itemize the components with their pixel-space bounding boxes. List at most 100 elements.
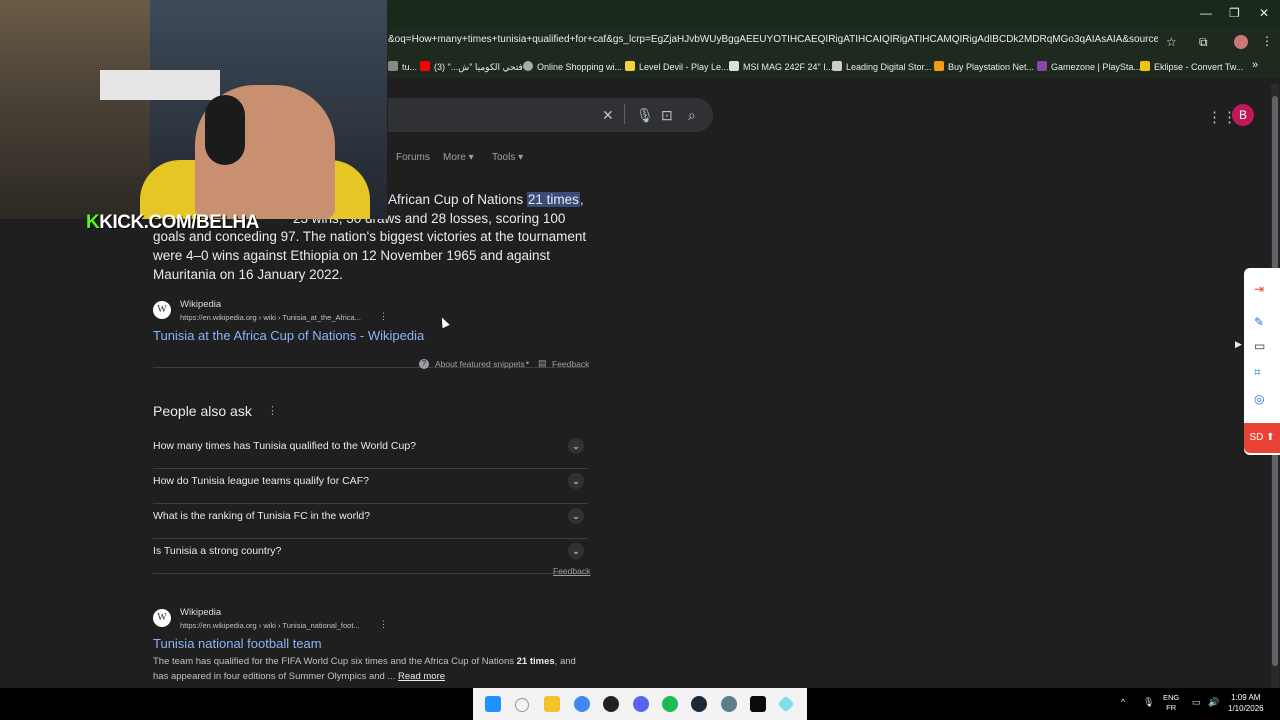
more-bookmarks-icon[interactable]: »	[1252, 59, 1258, 71]
bookmark-item[interactable]: MSI MAG 242F 24" I...	[729, 61, 833, 72]
bookmark-favicon-icon	[388, 61, 398, 71]
pen-icon[interactable]: ✎	[1254, 315, 1264, 329]
result-link[interactable]: Tunisia national football team	[153, 636, 322, 651]
msi-icon	[729, 61, 739, 71]
bookmark-label: فتحي الكوميا "ش..." (3)	[434, 62, 523, 72]
search-icon[interactable]: ⌕	[688, 107, 696, 124]
show-hidden-icons[interactable]: ^	[1121, 697, 1125, 707]
tab-more-label: More	[443, 152, 466, 163]
snippet-text: goals and conceding 97. The nation's big…	[153, 229, 587, 282]
record-icon[interactable]: ◎	[1254, 392, 1264, 406]
paa-question-text: How do Tunisia league teams qualify for …	[153, 475, 369, 487]
language-indicator[interactable]: ENG FR	[1163, 693, 1179, 713]
help-icon: ?	[419, 359, 429, 369]
paa-question-text: Is Tunisia a strong country?	[153, 545, 282, 557]
discord-icon[interactable]	[633, 696, 649, 712]
eklipse-icon	[1140, 61, 1150, 71]
source-url[interactable]: https://en.wikipedia.org › wiki › Tunisi…	[180, 621, 360, 630]
result-link[interactable]: Tunisia at the Africa Cup of Nations - W…	[153, 328, 424, 343]
bookmark-label: Online Shopping wi...	[537, 62, 623, 72]
clock-time: 1:09 AM	[1231, 693, 1261, 702]
browser-menu-icon[interactable]: ⋮	[1261, 34, 1273, 48]
webcam-shelf	[100, 70, 220, 100]
more-options-icon[interactable]: ⋮	[379, 311, 388, 322]
snippet-text: ,	[579, 192, 584, 207]
chrome-icon[interactable]	[574, 696, 590, 712]
tab-tools[interactable]: Tools ▾	[492, 152, 523, 163]
collapse-arrow-icon[interactable]: ▶	[1235, 339, 1242, 350]
url-text[interactable]: &oq=How+many+times+tunisia+qualified+for…	[388, 34, 1158, 45]
screen-icon[interactable]: ▭	[1254, 339, 1265, 353]
sd-button[interactable]: SD ⬆	[1244, 423, 1280, 453]
streamlabs-icon[interactable]	[750, 696, 766, 712]
paa-question[interactable]: How many times has Tunisia qualified to …	[153, 433, 588, 469]
chevron-down-icon[interactable]: ⌄	[568, 543, 584, 559]
source-url[interactable]: https://en.wikipedia.org › wiki › Tunisi…	[180, 313, 361, 322]
paa-question-text: What is the ranking of Tunisia FC in the…	[153, 510, 371, 522]
result-description: The team has qualified for the FIFA Worl…	[153, 655, 593, 684]
read-more-link[interactable]: Read more	[398, 671, 445, 682]
microphone-icon[interactable]: 🎙	[636, 107, 654, 124]
wikipedia-icon: W	[153, 301, 171, 319]
crop-icon[interactable]: ⌗	[1254, 365, 1261, 380]
chevron-down-icon[interactable]: ⌄	[568, 508, 584, 524]
chevron-down-icon[interactable]: ⌄	[568, 438, 584, 454]
bookmark-label: Leading Digital Stor...	[846, 62, 932, 72]
tab-more[interactable]: More ▾	[443, 152, 474, 163]
playstation-icon	[934, 61, 944, 71]
clear-search-icon[interactable]: ✕	[602, 107, 614, 124]
exit-icon[interactable]: ⇥	[1254, 282, 1264, 296]
file-explorer-icon[interactable]	[544, 696, 560, 712]
windows-start-icon[interactable]	[485, 696, 501, 712]
bookmark-item[interactable]: Leading Digital Stor...	[832, 61, 932, 72]
kick-watermark: KKICK.COM/BELHA	[86, 212, 260, 234]
obs-icon[interactable]	[603, 696, 619, 712]
spotify-icon[interactable]	[662, 696, 678, 712]
bookmark-item[interactable]: tu...	[388, 61, 417, 72]
bookmark-item[interactable]: Buy Playstation Net...	[934, 61, 1034, 72]
bookmark-item[interactable]: Level Devil - Play Le...	[625, 61, 729, 72]
feedback-link[interactable]: Feedback	[553, 566, 590, 576]
about-featured-snippets-link[interactable]: About featured snippets	[435, 359, 525, 369]
steam-icon[interactable]	[691, 696, 707, 712]
store-icon	[832, 61, 842, 71]
bookmark-star-icon[interactable]: ☆	[1166, 35, 1177, 49]
kick-channel: KICK.COM/BELHA	[99, 212, 260, 233]
microphone-tray-icon[interactable]: 🎙	[1143, 697, 1154, 708]
tab-tools-label: Tools	[492, 152, 516, 163]
bookmark-item[interactable]: Gamezone | PlaySta...	[1037, 61, 1141, 72]
camera-lens-icon[interactable]: ⊡	[661, 107, 673, 124]
bookmark-item[interactable]: Eklipse - Convert Tw...	[1140, 61, 1243, 72]
settings-gear-icon[interactable]	[721, 696, 737, 712]
search-icon[interactable]	[515, 698, 529, 712]
snippet-highlight: 21 times	[526, 192, 580, 207]
profile-avatar[interactable]	[1234, 35, 1248, 49]
bookmark-label: Level Devil - Play Le...	[639, 62, 729, 72]
feedback-icon: ▤	[538, 358, 547, 368]
minimize-button[interactable]: —	[1200, 6, 1212, 20]
bookmark-label: Eklipse - Convert Tw...	[1154, 62, 1244, 72]
paa-question[interactable]: Is Tunisia a strong country? ⌄	[153, 538, 588, 574]
bookmark-item[interactable]: Online Shopping wi...	[523, 61, 622, 72]
avatar[interactable]: B	[1232, 104, 1254, 126]
dot-separator: •	[526, 358, 530, 368]
sd-label: SD	[1249, 432, 1264, 443]
wikipedia-icon: W	[153, 609, 171, 627]
extensions-icon[interactable]: ⧉	[1199, 35, 1208, 50]
paa-question[interactable]: What is the ranking of Tunisia FC in the…	[153, 503, 588, 539]
clock[interactable]: 1:09 AM 1/10/2026	[1228, 692, 1264, 714]
tab-forums[interactable]: Forums	[396, 152, 430, 163]
maximize-button[interactable]: ❐	[1229, 6, 1240, 20]
paa-question[interactable]: How do Tunisia league teams qualify for …	[153, 468, 588, 504]
bookmark-label: MSI MAG 242F 24" I...	[743, 62, 834, 72]
webcam-headset	[205, 95, 245, 165]
bookmark-item[interactable]: فتحي الكوميا "ش..." (3)	[420, 61, 523, 73]
more-options-icon[interactable]: ⋮	[379, 619, 388, 630]
feedback-link[interactable]: Feedback	[552, 359, 589, 369]
network-icon[interactable]: ▭	[1192, 697, 1201, 708]
more-options-icon[interactable]: ⋮	[267, 404, 278, 417]
volume-icon[interactable]: 🔊	[1208, 697, 1219, 708]
chevron-down-icon[interactable]: ⌄	[568, 473, 584, 489]
close-window-button[interactable]: ✕	[1259, 6, 1269, 20]
description-bold: 21 times	[516, 656, 555, 667]
